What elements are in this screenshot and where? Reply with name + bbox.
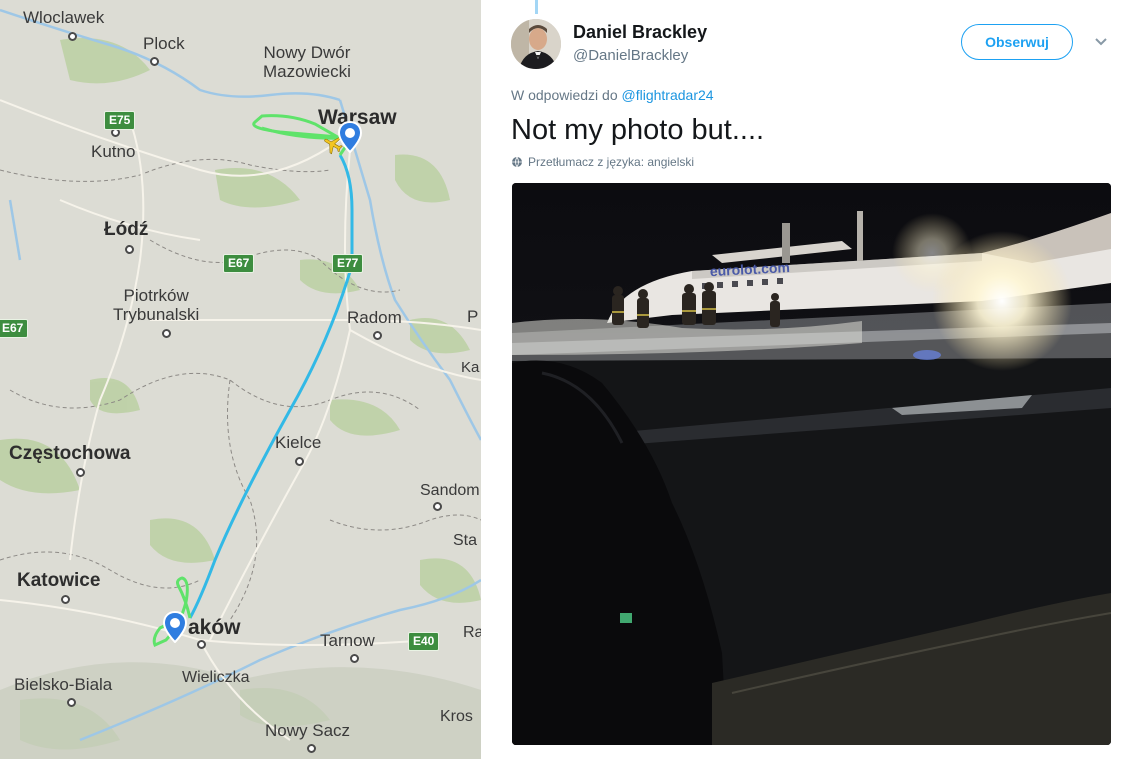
location-pin-icon[interactable] (162, 611, 188, 643)
globe-icon (512, 156, 522, 168)
city-label: Ka (461, 359, 480, 376)
reply-prefix: W odpowiedzi do (511, 87, 622, 103)
city-label: Kros (440, 708, 473, 725)
city-label: P (467, 307, 479, 326)
translate-link[interactable]: Przetłumacz z języka: angielski (511, 155, 694, 169)
city-label: Wloclawek (23, 8, 105, 27)
tweet-photo[interactable]: eurolot.com (512, 183, 1111, 745)
reply-mention-link[interactable]: @flightradar24 (622, 87, 714, 103)
road-badge: E40 (408, 632, 440, 651)
city-label: Wieliczka (182, 669, 250, 686)
flight-map[interactable]: Wloclawek Plock Nowy Dwór Mazowiecki War… (0, 0, 481, 759)
city-label: Tarnow (320, 631, 375, 650)
city-label: Sta (453, 532, 478, 549)
city-dot (68, 32, 77, 41)
city-dot (67, 698, 76, 707)
city-label: Plock (143, 34, 185, 53)
road-badge: E75 (104, 111, 136, 130)
city-dot (307, 744, 316, 753)
translate-label: Przetłumacz z języka: angielski (528, 155, 695, 169)
chevron-down-icon[interactable] (1093, 36, 1109, 48)
city-dot (197, 640, 206, 649)
avatar-image (511, 19, 561, 69)
city-label: Katowice (17, 570, 101, 591)
city-label: Radom (347, 308, 402, 327)
thread-connector (535, 0, 538, 14)
city-dot (295, 457, 304, 466)
road-badge: E77 (332, 254, 364, 273)
road-badge: E67 (223, 254, 255, 273)
city-label: Sandom (420, 482, 480, 499)
avatar[interactable] (511, 19, 561, 69)
city-label: Piotrków Trybunalski (113, 286, 200, 324)
city-label: Ra (463, 624, 481, 641)
reply-context: W odpowiedzi do @flightradar24 (511, 87, 714, 103)
city-label: Bielsko-Biala (14, 675, 113, 694)
flight-track-blue (188, 154, 354, 619)
city-dot (150, 57, 159, 66)
city-dot (433, 502, 442, 511)
display-name[interactable]: Daniel Brackley (573, 22, 707, 43)
city-dot (162, 329, 171, 338)
city-label: Kielce (275, 433, 322, 452)
location-pin-icon[interactable] (337, 121, 363, 153)
user-handle[interactable]: @DanielBrackley (573, 47, 688, 64)
city-dot (373, 331, 382, 340)
city-dot (350, 654, 359, 663)
tweet-text: Not my photo but.... (511, 114, 765, 146)
city-label: Nowy Dwór Mazowiecki (263, 43, 351, 81)
city-dot (125, 245, 134, 254)
follow-button[interactable]: Obserwuj (961, 24, 1073, 60)
city-label-krakow: aków (188, 616, 241, 639)
city-dot (61, 595, 70, 604)
city-label: Łódź (104, 219, 149, 240)
road-badge: E67 (0, 319, 29, 338)
crash-photo: eurolot.com (512, 183, 1111, 745)
city-dot (76, 468, 85, 477)
city-label: Częstochowa (9, 443, 131, 464)
city-label: Nowy Sacz (265, 721, 351, 740)
city-label: Kutno (91, 142, 136, 161)
